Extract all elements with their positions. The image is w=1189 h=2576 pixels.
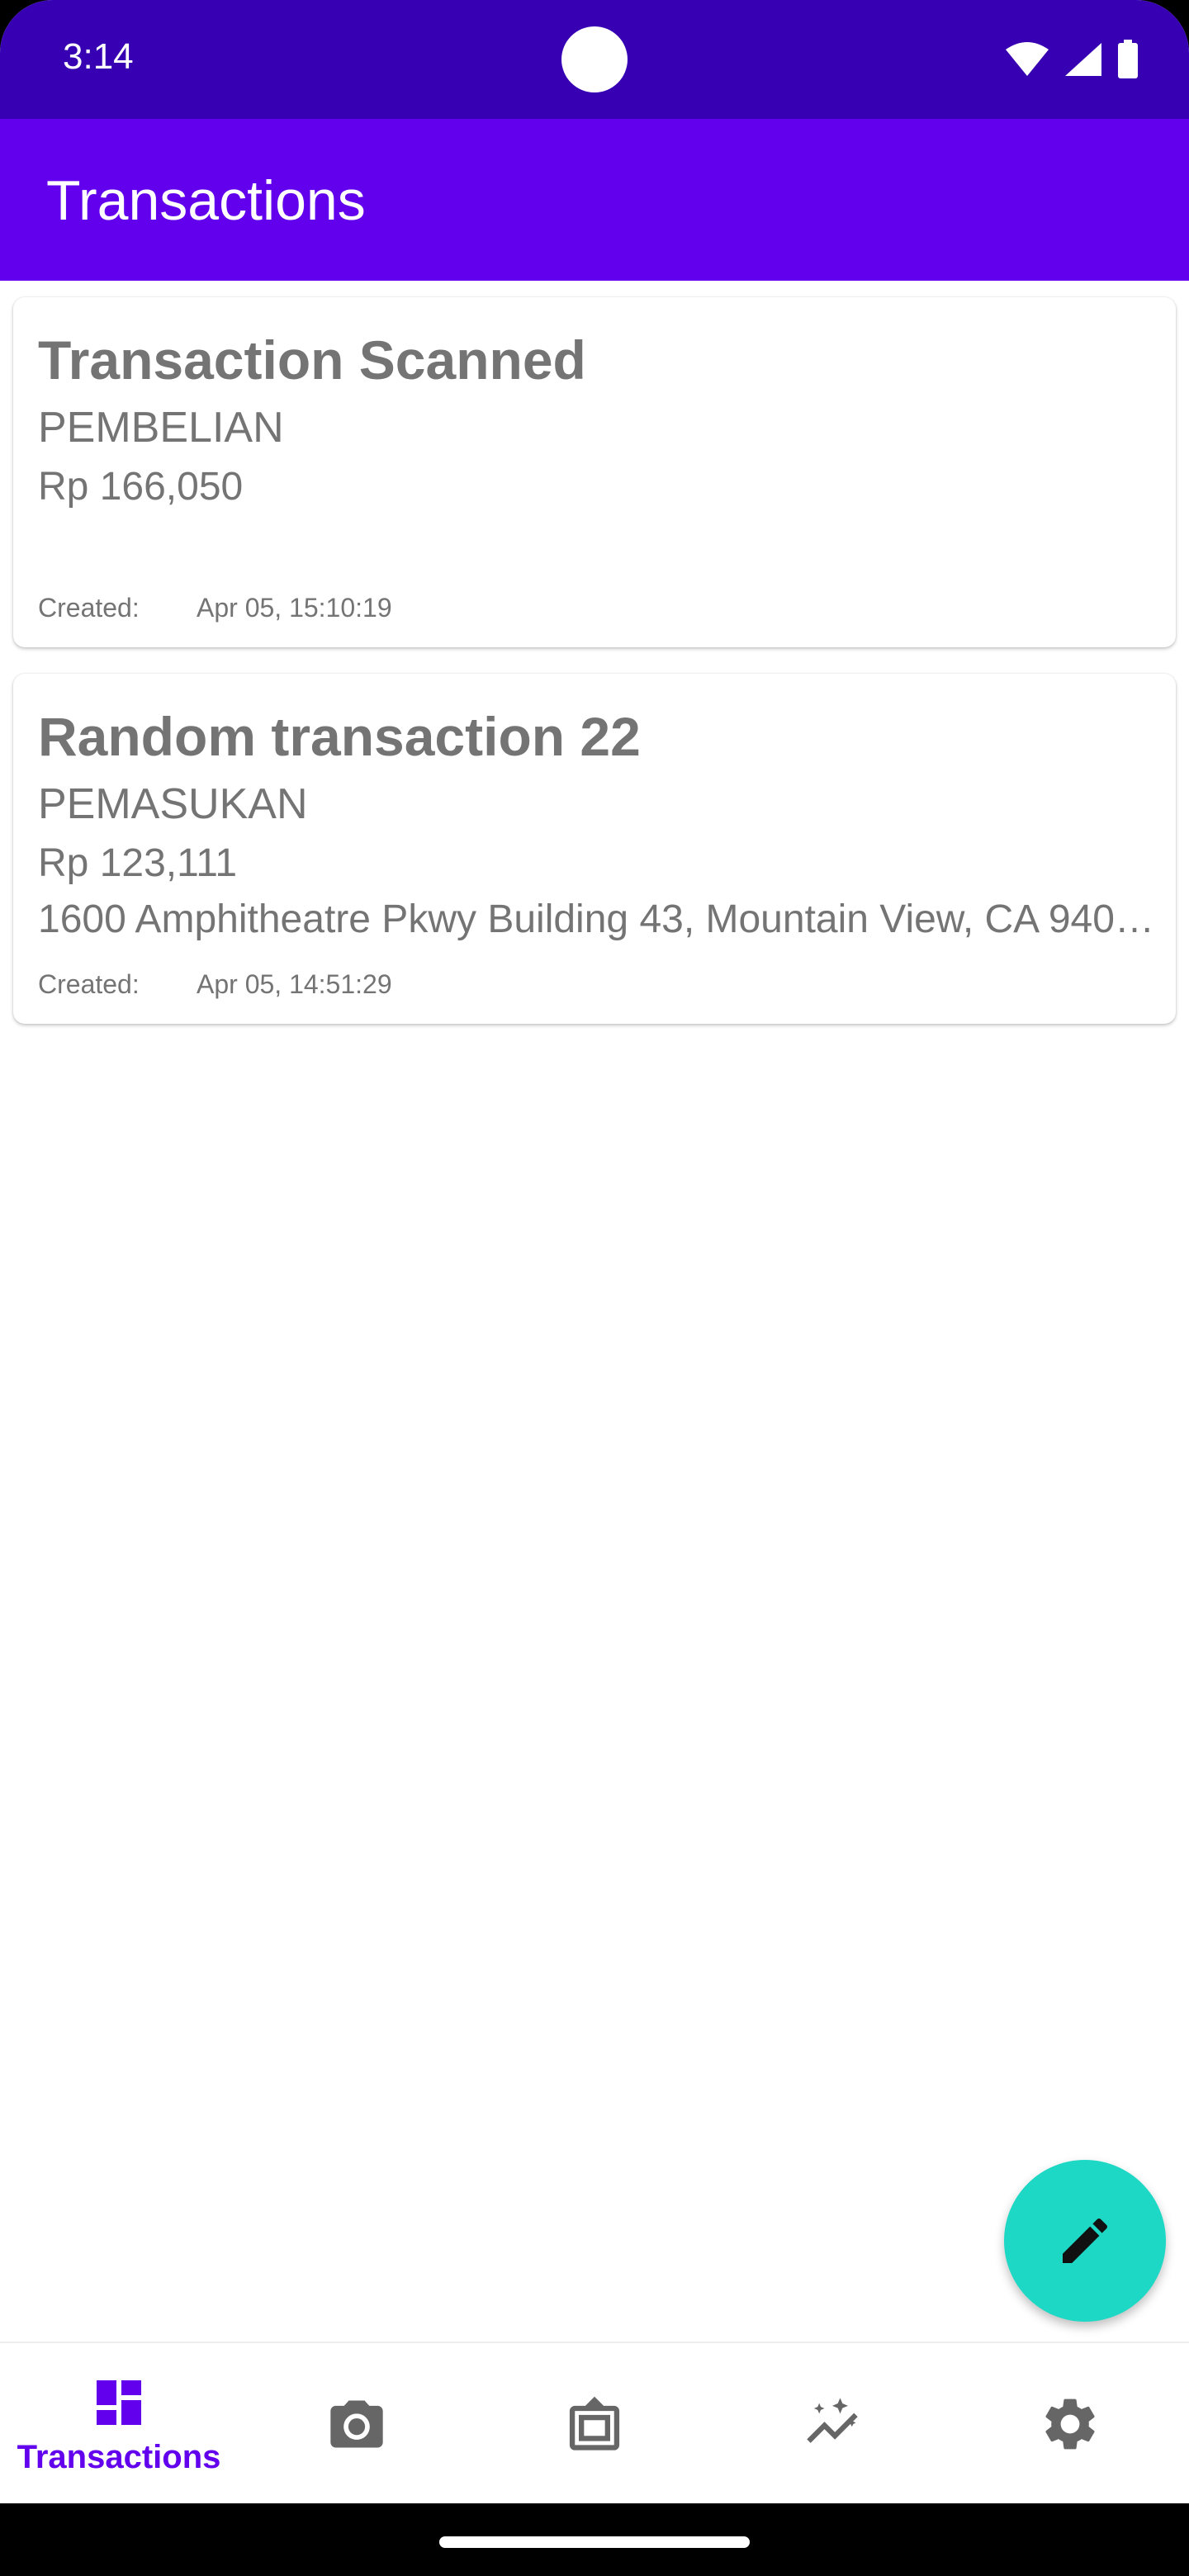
- created-timestamp: Apr 05, 14:51:29: [197, 969, 392, 999]
- nav-item-settings[interactable]: [951, 2343, 1189, 2505]
- camera-cutout: [561, 26, 628, 92]
- nav-label-transactions: Transactions: [17, 2438, 221, 2475]
- nav-item-receipts[interactable]: [476, 2343, 713, 2505]
- transaction-amount: Rp 166,050: [38, 465, 244, 509]
- gear-icon: [1045, 2398, 1095, 2450]
- insights-icon: [807, 2398, 858, 2443]
- status-bar: 3:14: [0, 0, 1189, 119]
- wifi-icon: [1006, 42, 1049, 76]
- battery-icon: [1118, 40, 1138, 78]
- pencil-icon: [1063, 2218, 1108, 2263]
- status-icons: [1004, 40, 1139, 79]
- nav-item-transactions[interactable]: Transactions: [0, 2343, 238, 2505]
- app-bar: Transactions: [0, 119, 1189, 281]
- created-label: Created:: [38, 969, 140, 999]
- receipt-frame-icon: [569, 2396, 620, 2451]
- transaction-title: Random transaction 22: [38, 706, 641, 767]
- transaction-amount: Rp 123,111: [38, 841, 238, 885]
- transaction-card[interactable]: Transaction Scanned PEMBELIAN Rp 166,050…: [13, 297, 1176, 647]
- signal-icon: [1065, 43, 1101, 76]
- camera-icon: [330, 2400, 383, 2448]
- page-title: Transactions: [46, 169, 366, 232]
- transaction-list: Transaction Scanned PEMBELIAN Rp 166,050…: [0, 281, 1189, 2342]
- app-screen: 3:14 Transactions Transaction Scanned PE…: [0, 0, 1189, 2576]
- gesture-navigation-bar: [0, 2503, 1189, 2576]
- transaction-title: Transaction Scanned: [38, 329, 586, 391]
- transaction-type: PEMASUKAN: [38, 780, 308, 828]
- created-label: Created:: [38, 593, 140, 623]
- home-gesture-handle[interactable]: [439, 2536, 750, 2548]
- transaction-address: 1600 Amphitheatre Pkwy Building 43, Moun…: [38, 897, 1161, 941]
- transaction-type: PEMBELIAN: [38, 404, 284, 452]
- status-time: 3:14: [63, 36, 134, 77]
- edit-fab-button[interactable]: [1004, 2160, 1166, 2322]
- nav-item-camera[interactable]: [238, 2343, 476, 2505]
- nav-item-insights[interactable]: [713, 2343, 951, 2505]
- transaction-card[interactable]: Random transaction 22 PEMASUKAN Rp 123,1…: [13, 674, 1176, 1024]
- dashboard-icon: [97, 2379, 141, 2425]
- bottom-navigation: Transactions: [0, 2342, 1189, 2503]
- created-timestamp: Apr 05, 15:10:19: [197, 593, 392, 623]
